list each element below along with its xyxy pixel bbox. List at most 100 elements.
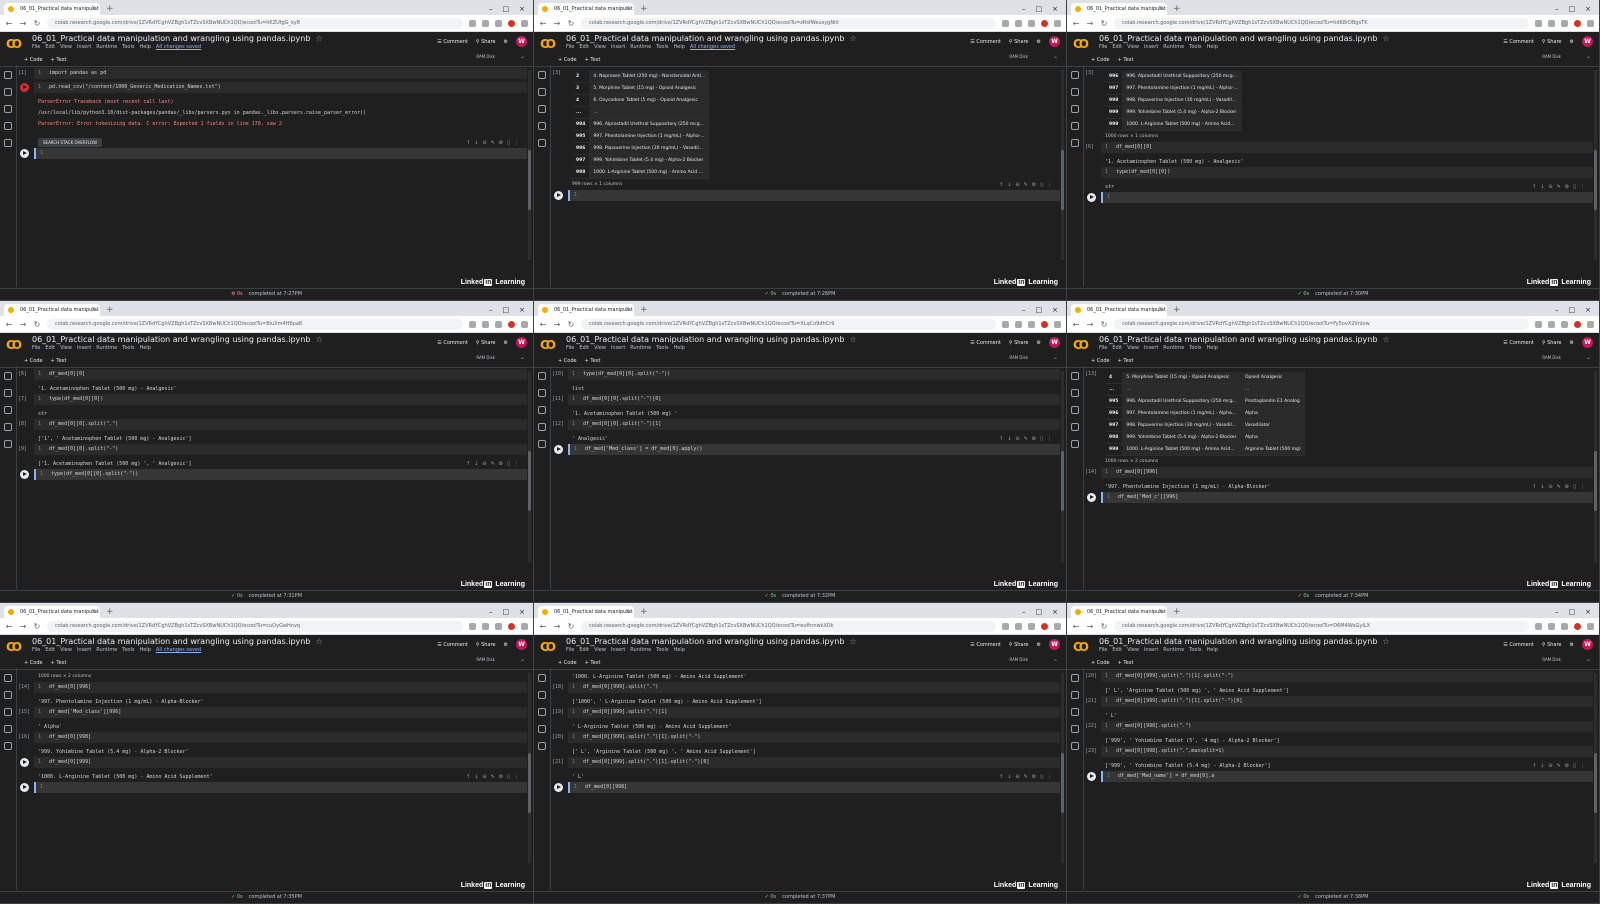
menu-insert[interactable]: Insert [1144,647,1158,653]
collapse-chevron-icon[interactable]: ⌃ [1053,659,1058,666]
code-editor[interactable]: 1 df_med[0][998].split(".",maxsplit=1) [1101,746,1593,757]
run-cell-icon[interactable] [1087,493,1096,502]
minimize-icon[interactable]: – [1022,304,1026,316]
menu-help[interactable]: Help [140,647,151,653]
avatar[interactable]: W [1582,639,1593,650]
reload-icon[interactable]: ↻ [567,622,575,631]
url-field[interactable]: colab.research.google.com/drive/1ZVRdYCg… [1114,318,1529,330]
close-tab-icon[interactable]: × [1158,304,1163,316]
code-text[interactable]: df_med[0][0] [1116,144,1152,150]
menu-file[interactable]: File [566,647,574,653]
search-icon[interactable] [538,88,546,96]
notebook-title[interactable]: 06_01_Practical data manipulation and wr… [1099,335,1390,344]
star-notebook-icon[interactable]: ☆ [849,34,856,43]
menu-runtime[interactable]: Runtime [1163,647,1184,653]
menu-tools[interactable]: Tools [1189,647,1201,653]
run-cell-icon[interactable] [20,758,29,767]
code-text[interactable]: type(df_med[0][0]) [1116,169,1170,175]
variables-icon[interactable] [1071,105,1079,113]
menu-insert[interactable]: Insert [611,647,625,653]
toc-icon[interactable] [4,71,12,79]
scrollbar-thumb[interactable] [1061,150,1064,210]
code-editor[interactable]: 1 df_med[0][999].split(".")[1].split("-") [1101,671,1593,682]
menu-file[interactable]: File [1099,647,1107,653]
extension-icon[interactable] [482,320,489,328]
close-tab-icon[interactable]: × [625,606,630,618]
rec-icon[interactable] [1041,622,1048,630]
new-tab-icon[interactable]: + [106,304,114,316]
run-cell-icon[interactable] [554,445,563,454]
rec-icon[interactable] [508,19,515,27]
variables-icon[interactable] [1071,406,1079,414]
close-tab-icon[interactable]: × [625,3,630,15]
code-editor[interactable]: 1 df_med[0][0].split("-") [34,444,527,455]
code-editor[interactable]: 1 df_med['Med_class'][996] [34,707,527,718]
code-cell[interactable]: [6] 1 df_med[0][0] [18,369,527,380]
secrets-icon[interactable] [4,122,12,130]
avatar[interactable]: W [1582,36,1593,47]
menu-tools[interactable]: Tools [1189,44,1201,50]
files-icon[interactable] [1071,440,1079,448]
menu-file[interactable]: File [32,345,40,351]
run-cell-icon[interactable] [20,149,29,158]
menu-help[interactable]: Help [1207,44,1218,50]
reload-icon[interactable]: ↻ [1100,320,1108,329]
code-text[interactable]: df_med[0][999].split(".")[1].split("-") [1116,673,1233,679]
code-text[interactable]: pd.read_csv("/content/1000_Generic_Medic… [49,84,221,90]
secrets-icon[interactable] [538,423,546,431]
cell-toolbar-icons[interactable]: ↑↓⊖✎⚙▯⋮ [1532,184,1589,190]
variables-icon[interactable] [538,406,546,414]
share-button[interactable]: ⚲ Share [1542,39,1562,45]
reload-icon[interactable]: ↻ [33,622,41,631]
comment-button[interactable]: ☰ Comment [970,340,1001,346]
error-run-icon[interactable] [20,83,29,92]
code-editor[interactable]: 1 df_med['Med_name'] = df_med[0].a [1101,771,1593,782]
colab-logo-icon[interactable]: CO [540,640,556,654]
menu-runtime[interactable]: Runtime [630,44,651,50]
extension-icon[interactable] [1548,320,1555,328]
rec-icon[interactable] [508,622,515,630]
save-status[interactable]: All changes saved [156,647,201,653]
settings-icon[interactable]: ⚙ [1570,39,1574,45]
comment-button[interactable]: ☰ Comment [437,340,468,346]
new-tab-icon[interactable]: + [640,606,648,618]
forward-icon[interactable]: → [19,320,27,329]
code-cell[interactable]: 1 df_med[0][999] [18,757,527,768]
star-icon[interactable] [469,622,476,630]
collapse-chevron-icon[interactable]: ⌃ [1053,357,1058,364]
menu-icon[interactable] [1587,320,1594,328]
ram-disk-indicator[interactable]: RAM Disk [1009,355,1028,360]
browser-tab[interactable]: 06_01_Practical data manipulat × [538,606,634,618]
code-cell[interactable]: 1 ↑↓⊖✎⚙▯⋮ [552,182,1060,201]
search-icon[interactable] [1071,389,1079,397]
code-editor[interactable]: 1 [34,148,527,159]
new-tab-icon[interactable]: + [1173,304,1181,316]
code-cell[interactable]: [21] 1 df_med[0][999].split(".")[1].split(… [552,757,1060,768]
forward-icon[interactable]: → [1086,19,1094,28]
menu-insert[interactable]: Insert [77,44,91,50]
add-text-button[interactable]: + Text [1118,358,1134,364]
menu-tools[interactable]: Tools [656,647,668,653]
scrollbar-thumb[interactable] [528,753,531,813]
add-text-button[interactable]: + Text [585,358,601,364]
code-text[interactable]: df_med['Med_name'] = df_med[0].a [1118,773,1214,779]
menu-help[interactable]: Help [674,345,685,351]
notebook-title[interactable]: 06_01_Practical data manipulation and wr… [1099,34,1390,43]
add-text-button[interactable]: + Text [1118,660,1134,666]
add-code-button[interactable]: + Code [1091,57,1110,63]
code-cell[interactable]: 1 df_med[0][998] ↑↓⊖✎⚙▯⋮ [552,774,1060,793]
menu-icon[interactable] [1054,622,1061,630]
maximize-icon[interactable]: □ [1036,606,1043,618]
code-text[interactable]: df_med['Med_c'][996] [1118,494,1178,500]
back-icon[interactable]: ← [5,320,13,329]
colab-logo-icon[interactable]: CO [6,640,22,654]
minimize-icon[interactable]: – [1555,3,1559,15]
add-text-button[interactable]: + Text [585,660,601,666]
variables-icon[interactable] [1071,708,1079,716]
minimize-icon[interactable]: – [489,304,493,316]
run-cell-icon[interactable] [554,783,563,792]
menu-edit[interactable]: Edit [45,345,55,351]
code-cell[interactable]: 1 type(df_med[0][0]) [1085,167,1593,178]
code-text[interactable]: df_med[0][999].split(".")[1].split("-") [583,734,700,740]
close-window-icon[interactable]: × [519,3,525,15]
